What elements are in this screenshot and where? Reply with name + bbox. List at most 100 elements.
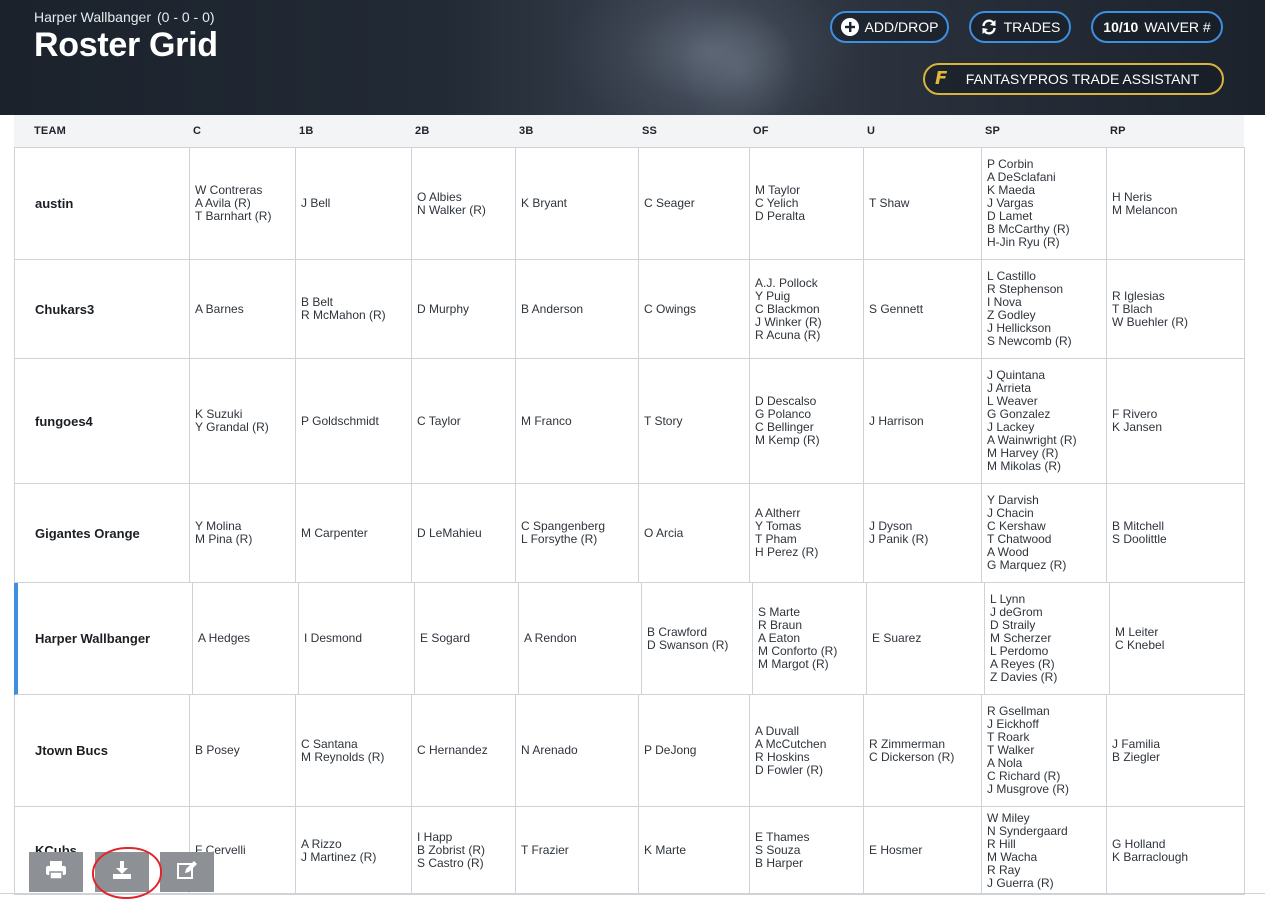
player-name[interactable]: P DeJong: [644, 744, 749, 757]
fantasypros-trade-assistant-button[interactable]: F FANTASYPROS TRADE ASSISTANT: [923, 63, 1224, 95]
player-name[interactable]: A Rendon: [524, 632, 641, 645]
player-name[interactable]: R Hoskins: [755, 750, 863, 764]
player-name[interactable]: B Ziegler: [1112, 750, 1245, 764]
edit-button[interactable]: [160, 852, 214, 892]
player-name[interactable]: S Gennett: [869, 302, 981, 316]
player-name[interactable]: R Ray: [987, 863, 1106, 877]
player-name[interactable]: O Arcia: [644, 526, 749, 540]
player-name[interactable]: M Reynolds (R): [301, 750, 411, 764]
player-name[interactable]: W Miley: [987, 811, 1106, 825]
player-name[interactable]: K Jansen: [1112, 421, 1245, 434]
player-name[interactable]: D Murphy: [417, 302, 515, 316]
player-name[interactable]: A.J. Pollock: [755, 276, 863, 290]
player-name[interactable]: G Marquez (R): [987, 559, 1106, 572]
player-name[interactable]: D Swanson (R): [647, 638, 752, 652]
waiver-count: 10/10: [1103, 19, 1139, 35]
print-button[interactable]: [29, 852, 83, 892]
player-name[interactable]: M Margot (R): [758, 658, 866, 671]
player-name[interactable]: J Winker (R): [755, 315, 863, 329]
player-name[interactable]: R McMahon (R): [301, 309, 411, 322]
player-name[interactable]: A McCutchen: [755, 737, 863, 751]
player-name[interactable]: D LeMahieu: [417, 526, 515, 540]
player-name[interactable]: Y Puig: [755, 289, 863, 303]
trades-button[interactable]: TRADES: [969, 11, 1071, 43]
player-name[interactable]: J Panik (R): [869, 533, 981, 546]
player-name[interactable]: E Suarez: [872, 632, 984, 645]
player-name[interactable]: A Barnes: [195, 302, 295, 316]
player-name[interactable]: B Anderson: [521, 302, 638, 316]
player-name[interactable]: C Taylor: [417, 414, 515, 428]
player-name[interactable]: A Hedges: [198, 632, 298, 645]
player-name[interactable]: A Duvall: [755, 724, 863, 738]
player-name[interactable]: W Buehler (R): [1112, 315, 1245, 329]
team-name-cell[interactable]: Harper Wallbanger: [18, 583, 192, 694]
team-name-cell[interactable]: Chukars3: [15, 260, 189, 358]
player-name[interactable]: C Dickerson (R): [869, 750, 981, 764]
player-name[interactable]: T Shaw: [869, 197, 981, 210]
player-name[interactable]: T Barnhart (R): [195, 210, 295, 223]
player-name[interactable]: P Goldschmidt: [301, 414, 411, 428]
player-name[interactable]: C Owings: [644, 302, 749, 316]
player-name[interactable]: Y Grandal (R): [195, 421, 295, 434]
team-name-cell[interactable]: Gigantes Orange: [15, 484, 189, 582]
player-name[interactable]: C Knebel: [1115, 638, 1248, 652]
player-name[interactable]: T Story: [644, 414, 749, 428]
player-name[interactable]: M Carpenter: [301, 526, 411, 540]
player-name[interactable]: T Blach: [1112, 302, 1245, 316]
player-name[interactable]: M Kemp (R): [755, 434, 863, 447]
player-name[interactable]: L Forsythe (R): [521, 533, 638, 546]
player-name[interactable]: R Acuna (R): [755, 328, 863, 342]
player-name[interactable]: I Desmond: [304, 632, 414, 645]
player-name[interactable]: N Arenado: [521, 744, 638, 757]
player-name[interactable]: M Pina (R): [195, 533, 295, 546]
player-name[interactable]: B Posey: [195, 744, 295, 757]
player-name[interactable]: J Bell: [301, 197, 411, 210]
player-name[interactable]: S Castro (R): [417, 857, 515, 870]
player-name[interactable]: R Hill: [987, 837, 1106, 851]
player-name[interactable]: J Familia: [1112, 737, 1245, 751]
player-name[interactable]: J Guerra (R): [987, 876, 1106, 890]
player-name[interactable]: J Musgrove (R): [987, 783, 1106, 796]
player-name[interactable]: B Crawford: [647, 625, 752, 639]
player-name[interactable]: T Frazier: [521, 844, 638, 857]
player-name[interactable]: G Holland: [1112, 837, 1245, 851]
player-name[interactable]: S Newcomb (R): [987, 335, 1106, 348]
player-name[interactable]: H Perez (R): [755, 546, 863, 559]
team-name-cell[interactable]: austin: [15, 148, 189, 259]
player-name[interactable]: J Harrison: [869, 414, 981, 428]
waiver-button[interactable]: 10/10 WAIVER #: [1091, 11, 1223, 43]
player-name[interactable]: E Hosmer: [869, 844, 981, 857]
player-name[interactable]: H Neris: [1112, 190, 1245, 204]
player-name[interactable]: R Zimmerman: [869, 737, 981, 751]
player-name[interactable]: D Fowler (R): [755, 763, 863, 777]
player-name[interactable]: M Franco: [521, 414, 638, 428]
player-name[interactable]: K Bryant: [521, 197, 638, 210]
player-name[interactable]: R Iglesias: [1112, 289, 1245, 303]
roster-cell-c: K Suzuki Y Grandal (R): [189, 359, 295, 483]
player-name[interactable]: M Melancon: [1112, 203, 1245, 217]
player-name[interactable]: H-Jin Ryu (R): [987, 236, 1106, 249]
download-button[interactable]: [95, 852, 149, 892]
player-name[interactable]: C Blackmon: [755, 302, 863, 316]
player-name[interactable]: A Rizzo: [301, 837, 411, 851]
player-name[interactable]: K Marte: [644, 844, 749, 857]
team-name-cell[interactable]: fungoes4: [15, 359, 189, 483]
player-name[interactable]: B Harper: [755, 857, 863, 870]
player-name[interactable]: E Sogard: [420, 632, 518, 645]
player-name[interactable]: M Mikolas (R): [987, 460, 1106, 473]
player-name[interactable]: D Peralta: [755, 210, 863, 223]
player-name[interactable]: Z Davies (R): [990, 671, 1109, 684]
player-name[interactable]: N Walker (R): [417, 203, 515, 217]
player-name[interactable]: K Barraclough: [1112, 850, 1245, 864]
add-drop-button[interactable]: ADD/DROP: [830, 11, 949, 43]
player-name[interactable]: S Doolittle: [1112, 533, 1245, 546]
player-name[interactable]: M Leiter: [1115, 625, 1248, 639]
player-name[interactable]: C Hernandez: [417, 744, 515, 757]
player-name[interactable]: C Seager: [644, 197, 749, 210]
player-name[interactable]: J Martinez (R): [301, 850, 411, 864]
player-name[interactable]: C Santana: [301, 737, 411, 751]
player-name[interactable]: O Albies: [417, 190, 515, 204]
player-name[interactable]: M Wacha: [987, 850, 1106, 864]
player-name[interactable]: N Syndergaard: [987, 824, 1106, 838]
team-name-cell[interactable]: Jtown Bucs: [15, 695, 189, 806]
